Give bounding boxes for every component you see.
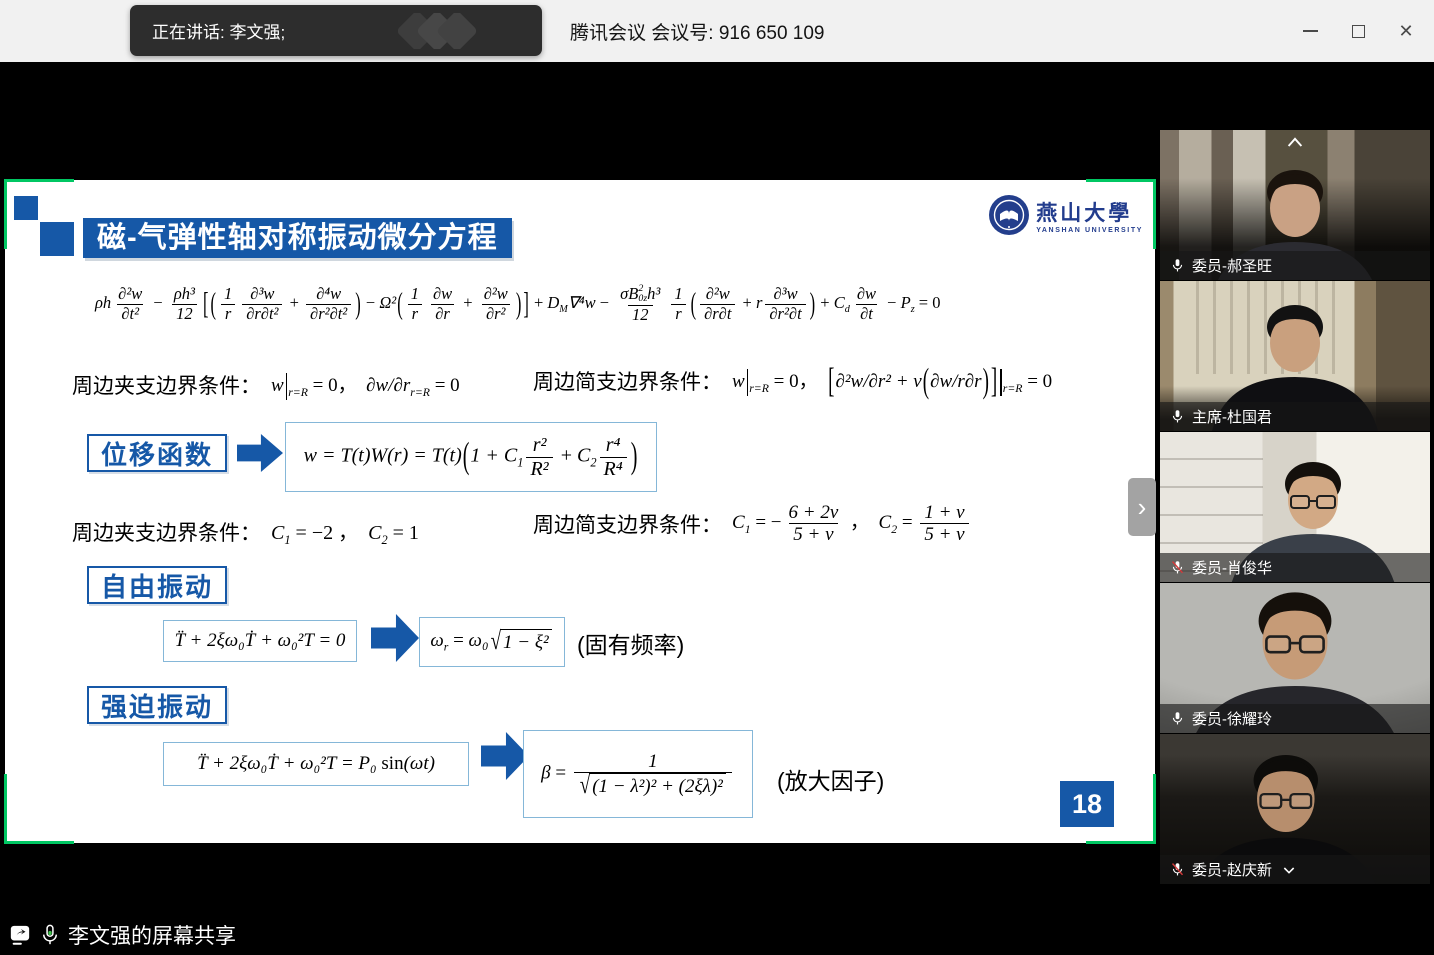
video-sidebar: 委员-郝圣旺	[1160, 130, 1430, 885]
right-arrow-icon	[481, 732, 529, 780]
participant-video-tile[interactable]: 主席-杜国君	[1160, 281, 1430, 431]
simply-bc-label: 周边简支边界条件：	[533, 366, 722, 396]
clamped-boundary-condition: 周边夹支边界条件： wr=R = 0， ∂w/∂rr=R = 0	[72, 370, 460, 400]
free-vibration-label: 自由振动	[87, 566, 227, 604]
slide-title: 磁-气弹性轴对称振动微分方程	[83, 218, 512, 258]
main-differential-equation: ρh∂²w∂t² − ρh³12[(1r∂³w∂r∂t² + ∂⁴w∂r²∂t²…	[95, 264, 1115, 344]
minimize-button[interactable]	[1286, 0, 1334, 62]
meeting-title: 腾讯会议 会议号: 916 650 109	[570, 0, 825, 62]
clamped-bc-coefficients: 周边夹支边界条件： C1 = −2 ， C2 = 1	[72, 516, 419, 548]
chevron-up-icon	[1283, 134, 1307, 150]
participant-video-tile[interactable]: 委员-郝圣旺	[1160, 130, 1430, 280]
mic-status-icon	[1170, 711, 1185, 726]
window-titlebar: 正在讲话: 李文强; 腾讯会议 会议号: 916 650 109 ✕	[0, 0, 1434, 62]
participant-video-tile[interactable]: 委员-赵庆新	[1160, 734, 1430, 884]
presentation-slide: 磁-气弹性轴对称振动微分方程 燕山大學 YANSHAN UNIVERSITY ρ…	[5, 180, 1155, 843]
participant-name: 委员-郝圣旺	[1192, 255, 1272, 276]
speaking-banner: 正在讲话: 李文强;	[130, 5, 542, 56]
university-logo: 燕山大學 YANSHAN UNIVERSITY	[988, 194, 1143, 236]
mic-status-icon	[1170, 258, 1185, 273]
clamped-bc-label: 周边夹支边界条件：	[72, 370, 261, 400]
meeting-stage: 磁-气弹性轴对称振动微分方程 燕山大學 YANSHAN UNIVERSITY ρ…	[0, 62, 1434, 955]
participant-name: 委员-徐耀玲	[1192, 708, 1272, 729]
share-corner-marker	[4, 774, 74, 844]
window-controls: ✕	[1286, 0, 1430, 62]
natural-frequency-equation: ωr = ω₀√1 − ξ²	[419, 617, 565, 667]
simply-supported-boundary-condition: 周边简支边界条件： wr=R = 0， [∂²w/∂r² + ν(∂w/r∂r)…	[533, 366, 1052, 396]
collapse-videos-button[interactable]	[1283, 134, 1307, 155]
share-status-text: 李文强的屏幕共享	[68, 920, 236, 950]
meeting-logo-watermark-icon	[398, 13, 490, 49]
speaking-banner-text: 正在讲话: 李文强;	[152, 18, 285, 43]
amplification-factor-equation: β = 1√(1 − λ²)² + (2ξλ)²	[523, 730, 753, 818]
amplification-factor-note: (放大因子)	[777, 762, 884, 796]
right-arrow-icon	[371, 614, 419, 662]
participant-name: 主席-杜国君	[1192, 406, 1272, 427]
participant-namebar: 主席-杜国君	[1160, 402, 1430, 431]
right-arrow-icon	[237, 434, 283, 472]
university-name-en: YANSHAN UNIVERSITY	[1036, 227, 1143, 234]
mic-status-icon	[1170, 560, 1185, 575]
maximize-button[interactable]	[1334, 0, 1382, 62]
simply-supported-bc-coefficients: 周边简支边界条件： C1 = −6 + 2ν5 + ν ， C2 = 1 + ν…	[533, 502, 972, 546]
participant-name: 委员-赵庆新	[1192, 859, 1272, 880]
close-button[interactable]: ✕	[1382, 0, 1430, 62]
participant-namebar: 委员-郝圣旺	[1160, 251, 1430, 280]
free-vibration-equation: T̈ + 2ξω₀Ṫ + ω₀²T = 0	[163, 620, 357, 662]
university-name-cn: 燕山大學	[1036, 197, 1143, 227]
decor-square	[40, 222, 74, 256]
screen-share-icon	[8, 924, 32, 946]
video-page-next-button[interactable]: ›	[1128, 478, 1156, 536]
slide-page-number: 18	[1060, 781, 1114, 827]
forced-vibration-label: 强迫振动	[87, 686, 227, 724]
participant-name: 委员-肖俊华	[1192, 557, 1272, 578]
participant-namebar: 委员-赵庆新	[1160, 855, 1430, 884]
decor-square	[14, 196, 38, 220]
chevron-down-icon[interactable]	[1281, 862, 1297, 878]
participant-video-tile[interactable]: 委员-徐耀玲	[1160, 583, 1430, 733]
university-seal-icon	[988, 194, 1030, 236]
mic-status-icon	[1170, 862, 1185, 877]
mic-active-icon	[40, 924, 60, 946]
forced-vibration-equation: T̈ + 2ξω₀Ṫ + ω₀²T = P₀ sin(ωt)	[163, 742, 469, 786]
participant-namebar: 委员-肖俊华	[1160, 553, 1430, 582]
share-statusbar: 李文强的屏幕共享	[8, 918, 236, 952]
simply-bc-label: 周边简支边界条件：	[533, 509, 722, 539]
clamped-bc-label: 周边夹支边界条件：	[72, 517, 261, 547]
displacement-function-label: 位移函数	[87, 434, 227, 472]
participant-video-tile[interactable]: 委员-肖俊华	[1160, 432, 1430, 582]
natural-frequency-note: (固有频率)	[577, 626, 684, 660]
displacement-function-equation: w = T(t)W(r) = T(t)(1 + C1r²R² + C2r⁴R⁴)	[285, 422, 657, 492]
tencent-meeting-window: 正在讲话: 李文强; 腾讯会议 会议号: 916 650 109 ✕ 磁-气弹性…	[0, 0, 1434, 955]
mic-status-icon	[1170, 409, 1185, 424]
participant-namebar: 委员-徐耀玲	[1160, 704, 1430, 733]
